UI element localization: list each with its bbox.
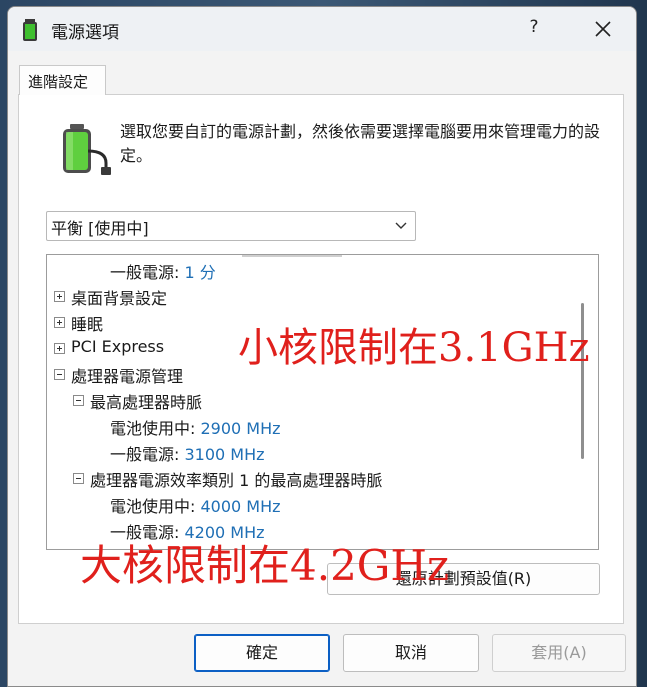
small-core-annotation: 小核限制在3.1GHz [238, 325, 590, 371]
expand-icon[interactable] [54, 291, 65, 302]
tab-label: 進階設定 [28, 73, 89, 91]
collapse-icon[interactable] [54, 369, 65, 380]
chevron-down-icon [395, 222, 407, 229]
tree-row[interactable]: 最高處理器時脈 [90, 389, 202, 413]
battery-plug-icon [63, 124, 111, 175]
collapse-icon[interactable] [73, 395, 84, 406]
title-bar: 電源選項 ? [8, 7, 636, 51]
collapse-icon[interactable] [73, 473, 84, 484]
apply-button[interactable]: 套用(A) [492, 634, 626, 672]
power-plan-value: 平衡 [使用中] [51, 219, 149, 238]
close-icon[interactable] [591, 17, 615, 41]
tree-row[interactable]: 睡眠 [71, 311, 103, 335]
ok-button[interactable]: 確定 [194, 634, 330, 672]
tree-row[interactable]: 一般電源: 1 分 [110, 259, 216, 283]
scroll-indicator [242, 255, 342, 257]
tab-advanced-settings[interactable]: 進階設定 [19, 65, 106, 95]
power-options-icon [23, 19, 37, 41]
expand-icon[interactable] [54, 317, 65, 328]
cancel-button[interactable]: 取消 [343, 634, 479, 672]
tree-row[interactable]: 處理器電源管理 [71, 363, 183, 387]
tree-row[interactable]: 電池使用中: 4000 MHz [110, 493, 281, 517]
description-text: 選取您要自訂的電源計劃，然後依需要選擇電腦要用來管理電力的設定。 [120, 122, 601, 165]
settings-tree[interactable]: 一般電源: 1 分 桌面背景設定 睡眠 PCI Express 處理器電源管理 … [46, 254, 599, 550]
tree-row[interactable]: PCI Express [71, 337, 164, 356]
power-plan-dropdown[interactable]: 平衡 [使用中] [46, 211, 416, 241]
tree-row[interactable]: 一般電源: 3100 MHz [110, 441, 265, 465]
window-title: 電源選項 [51, 23, 119, 43]
tree-row[interactable]: 桌面背景設定 [71, 285, 167, 309]
expand-icon[interactable] [54, 343, 65, 354]
tree-row[interactable]: 電池使用中: 2900 MHz [110, 415, 281, 439]
help-button[interactable]: ? [524, 17, 544, 39]
tree-row[interactable]: 處理器電源效率類別 1 的最高處理器時脈 [90, 467, 382, 491]
big-core-annotation: 大核限制在4.2GHz [80, 541, 450, 590]
